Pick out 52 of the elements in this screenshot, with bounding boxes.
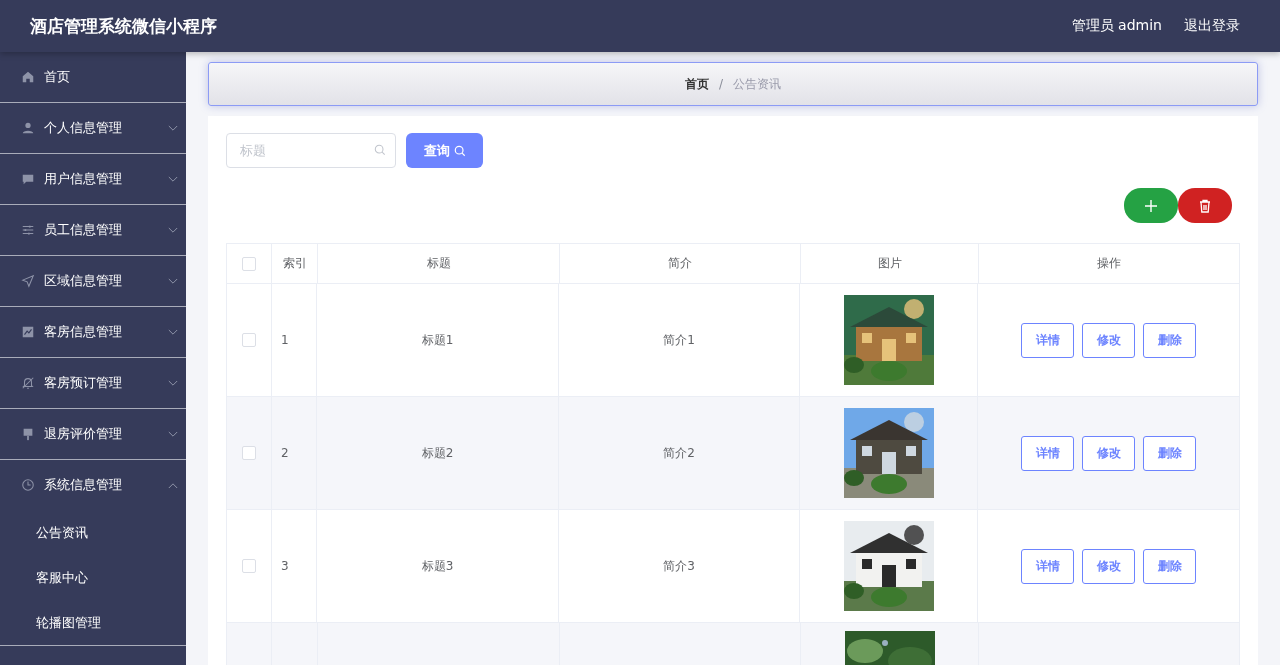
table-cell: 简介2 [663, 444, 695, 462]
menu-item[interactable]: 个人信息管理 [0, 103, 186, 153]
breadcrumb-item: 公告资讯 [733, 75, 781, 93]
row-checkbox[interactable] [242, 559, 256, 573]
plus-icon [1144, 198, 1158, 213]
clock-icon [21, 478, 35, 492]
table-cell: 简介1 [663, 331, 695, 349]
delete-button[interactable] [1178, 188, 1232, 223]
table-cell: 2 [281, 446, 289, 460]
search-icon [453, 144, 466, 157]
table-cell: 3 [281, 559, 289, 573]
table-cell: 简介3 [663, 557, 695, 575]
trash-icon [1198, 198, 1212, 213]
menu-item[interactable]: 退房评价管理 [0, 409, 186, 459]
chart-icon [21, 325, 35, 339]
user-label: 管理员 admin [1071, 17, 1162, 35]
column-header: 索引 [282, 255, 307, 272]
house-icon [21, 70, 35, 84]
submenu-item[interactable]: 客服中心 [0, 555, 186, 600]
menu-item[interactable]: 区域信息管理 [0, 256, 186, 306]
sliders-icon [21, 223, 35, 237]
search-field[interactable]: 标题 [226, 133, 396, 168]
submenu-item[interactable]: 轮播图管理 [0, 600, 186, 645]
menu-item[interactable]: 系统信息管理 [0, 460, 186, 510]
app-title: 酒店管理系统微信小程序 [30, 14, 217, 38]
search-icon [374, 144, 386, 156]
menu-item[interactable]: 首页 [0, 52, 186, 102]
table-cell: 标题2 [421, 444, 454, 462]
menu-item[interactable]: 客房信息管理 [0, 307, 186, 357]
menu-item[interactable]: 用户信息管理 [0, 154, 186, 204]
brush-icon [21, 427, 35, 441]
person-icon [21, 121, 35, 135]
bell-off-icon [21, 376, 35, 390]
send-icon [21, 274, 35, 288]
column-header: 操作 [1097, 255, 1121, 272]
menu-item[interactable]: 客房预订管理 [0, 358, 186, 408]
logout-link[interactable]: 退出登录 [1184, 17, 1240, 35]
row-checkbox[interactable] [242, 333, 256, 347]
column-header: 标题 [426, 255, 451, 272]
column-header: 图片 [877, 255, 902, 272]
table-cell: 标题3 [421, 557, 454, 575]
chat-icon [21, 172, 35, 186]
table-cell: 1 [281, 333, 289, 347]
submenu-item[interactable]: 公告资讯 [0, 510, 186, 555]
table-cell: 标题1 [421, 331, 454, 349]
row-checkbox[interactable] [242, 446, 256, 460]
breadcrumb-item[interactable]: 首页 [684, 75, 709, 93]
add-button[interactable] [1124, 188, 1178, 223]
select-all-checkbox[interactable] [242, 256, 256, 271]
column-header: 简介 [668, 255, 692, 272]
breadcrumb-separator: / [718, 77, 723, 91]
menu-item[interactable]: 员工信息管理 [0, 205, 186, 255]
